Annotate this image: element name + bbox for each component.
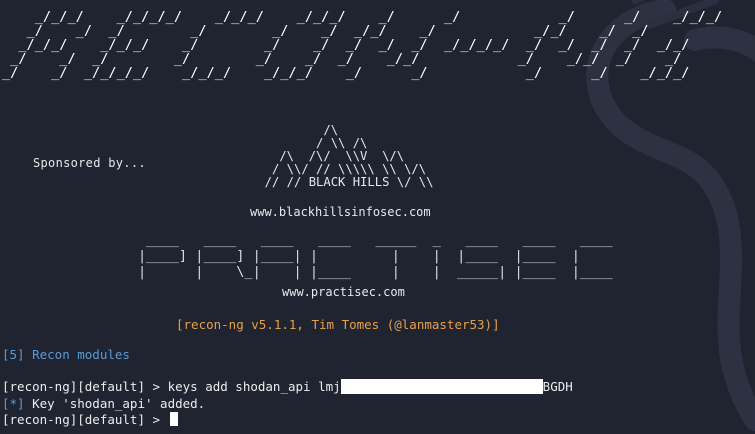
terminal-window[interactable]: _/_/_/ _/_/_/_/ _/_/_/ _/_/_/ _/ _/ _/ _… [0,0,755,434]
version-line: [recon-ng v5.1.1, Tim Tomes (@lanmaster5… [176,317,500,332]
result-line: [*] Key 'shodan_api' added. [2,396,205,412]
redaction-bar [340,379,543,394]
modules-count: [5] Recon modules [2,347,130,362]
command-suffix: BGDH [542,379,573,394]
info-marker: [*] [2,396,25,411]
result-message: Key 'shodan_api' added. [24,396,206,411]
block-cursor-icon[interactable] [169,412,178,426]
input-line[interactable]: [recon-ng][default] > [2,412,178,428]
practisec-logo: ____ ____ ____ ____ _____ _ ____ ____ __… [138,232,613,280]
black-hills-logo: /\ / \\ /\ /\ /\/ \\V \/\ / \\/ // \\\\\… [264,123,434,189]
sponsor-label: Sponsored by... [33,156,146,170]
prompt: [recon-ng][default] > [2,379,168,394]
command-line: [recon-ng][default] > keys add shodan_ap… [2,379,573,395]
recon-ng-banner: _/_/_/ _/_/_/_/ _/_/_/ _/_/_/ _/ _/ _/ _… [2,9,723,81]
black-hills-url: www.blackhillsinfosec.com [250,205,431,219]
prompt: [recon-ng][default] > [2,412,168,427]
practisec-url: www.practisec.com [282,285,405,299]
command-text: keys add shodan_api lmj [167,379,341,394]
